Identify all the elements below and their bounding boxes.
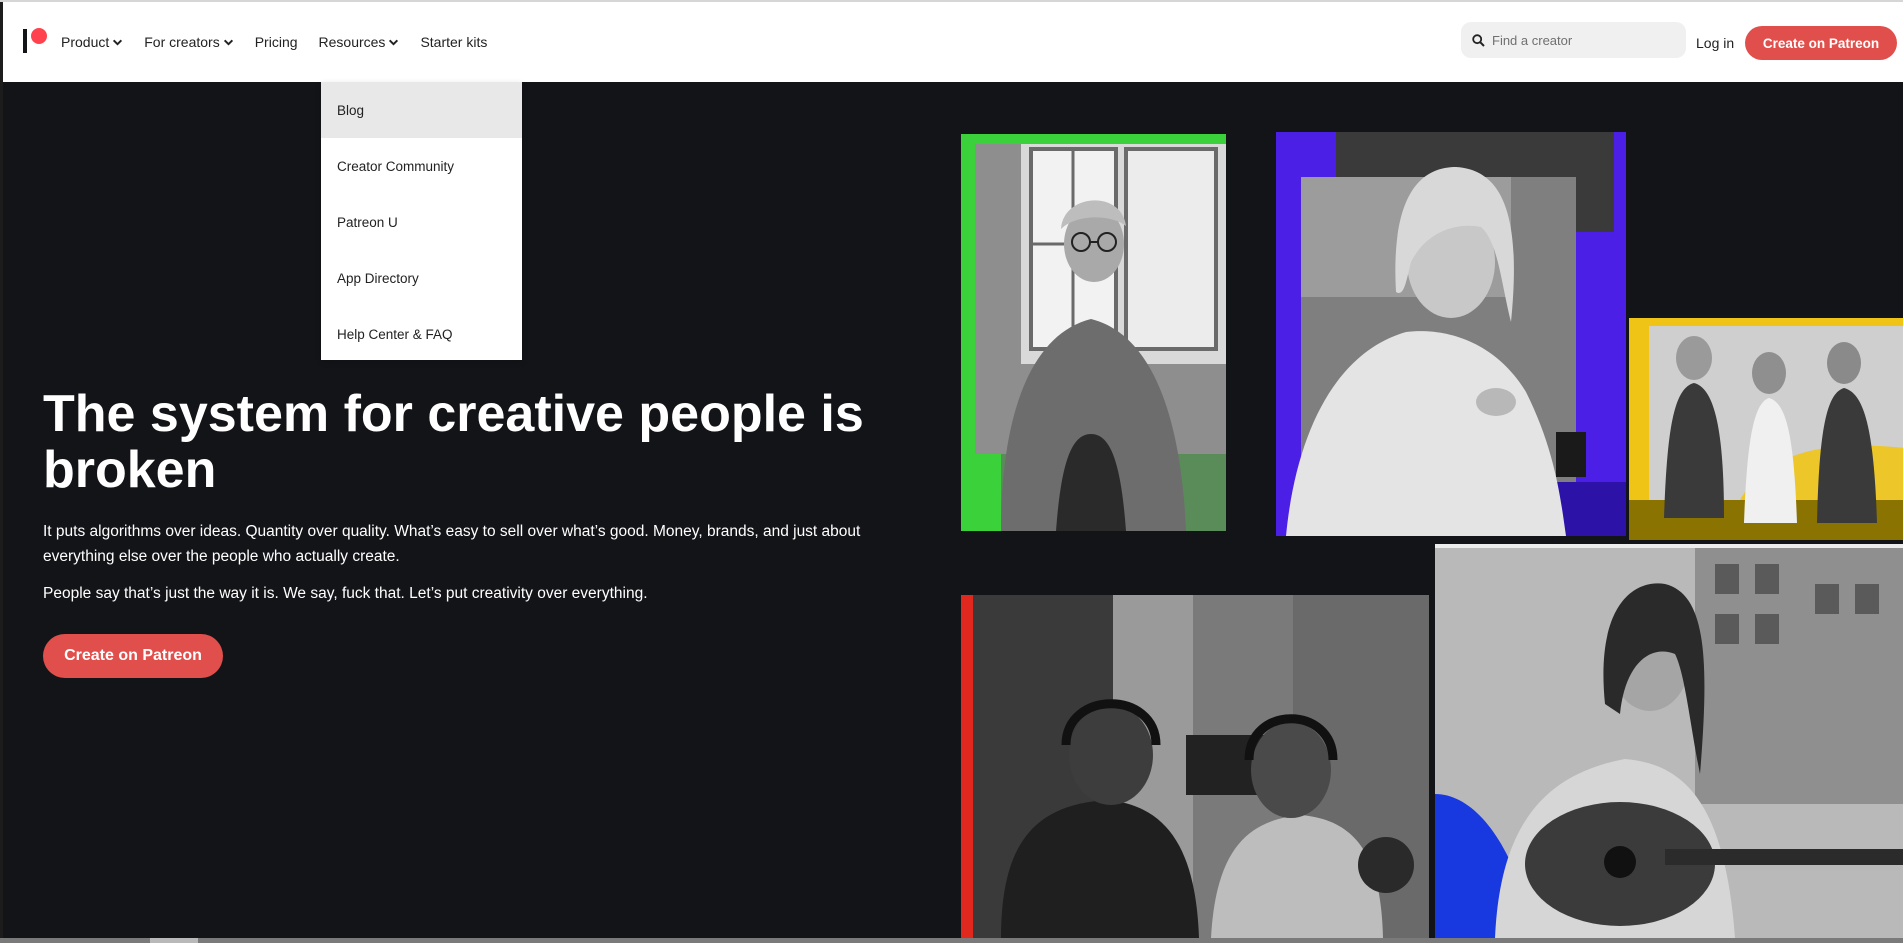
nav-for-creators-label: For creators <box>144 34 220 50</box>
nav-pricing[interactable]: Pricing <box>255 34 298 50</box>
menu-item-blog[interactable]: Blog <box>321 82 522 138</box>
logo-bar <box>23 29 27 53</box>
menu-item-creator-community[interactable]: Creator Community <box>321 138 522 194</box>
nav-resources[interactable]: Resources <box>319 34 400 50</box>
nav-for-creators[interactable]: For creators <box>144 34 233 50</box>
scrollbar-thumb[interactable] <box>150 938 198 943</box>
nav-starter-kits-label: Starter kits <box>420 34 488 50</box>
photo-purple-art <box>1276 132 1626 536</box>
creator-photo-green <box>961 134 1226 531</box>
creator-photo-guitar <box>1435 544 1903 938</box>
photo-yellow-art <box>1629 318 1903 540</box>
hero-create-button[interactable]: Create on Patreon <box>43 634 223 678</box>
menu-item-patreon-u[interactable]: Patreon U <box>321 194 522 250</box>
photo-green-art <box>961 134 1226 531</box>
chevron-down-icon <box>113 39 123 46</box>
site-header: Product For creators Pricing Resources S… <box>3 2 1903 82</box>
search-input[interactable] <box>1490 31 1679 49</box>
menu-item-app-directory[interactable]: App Directory <box>321 250 522 306</box>
hero-paragraph-2: People say that’s just the way it is. We… <box>43 585 648 602</box>
photo-studio-art <box>961 595 1429 938</box>
search-box <box>1461 22 1686 58</box>
nav-pricing-label: Pricing <box>254 34 298 50</box>
window-left-border <box>0 2 3 943</box>
nav-starter-kits[interactable]: Starter kits <box>420 34 487 50</box>
create-on-patreon-button[interactable]: Create on Patreon <box>1745 26 1897 60</box>
logo-dot <box>31 28 47 44</box>
menu-item-help-center[interactable]: Help Center & FAQ <box>321 306 522 362</box>
search-icon <box>1472 33 1485 47</box>
creator-photo-yellow <box>1629 318 1903 540</box>
resources-dropdown-menu: Blog Creator Community Patreon U App Dir… <box>321 82 522 360</box>
chevron-down-icon <box>389 39 399 46</box>
nav-product[interactable]: Product <box>61 34 123 50</box>
hero-paragraph-1: It puts algorithms over ideas. Quantity … <box>43 523 861 565</box>
chevron-down-icon <box>223 39 233 46</box>
nav-resources-label: Resources <box>318 34 386 50</box>
hero-section: The system for creative people is broken… <box>3 82 1903 938</box>
patreon-logo[interactable] <box>23 28 49 54</box>
creator-photo-purple <box>1276 132 1626 536</box>
hero-headline: The system for creative people is broken <box>43 385 864 499</box>
horizontal-scrollbar[interactable] <box>0 938 1903 943</box>
login-link[interactable]: Log in <box>1696 35 1734 51</box>
nav-product-label: Product <box>61 34 110 50</box>
main-nav: Product For creators Pricing Resources S… <box>61 2 508 82</box>
photo-guitar-art <box>1435 544 1903 938</box>
creator-photo-studio <box>961 595 1429 938</box>
